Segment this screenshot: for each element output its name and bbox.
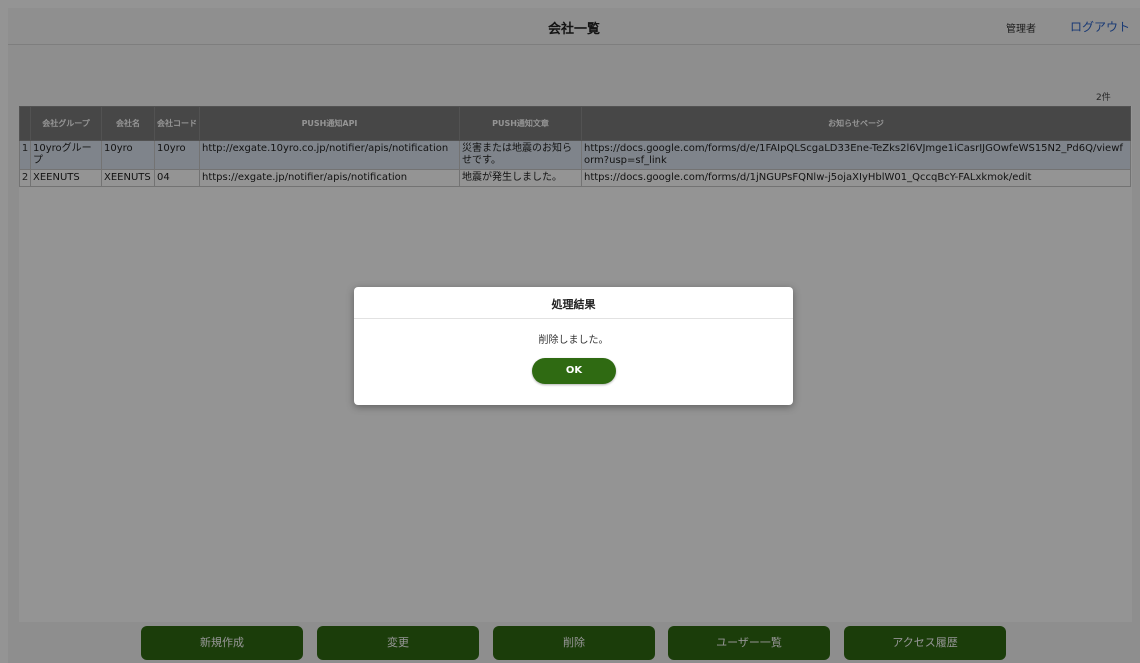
dialog-message: 削除しました。 bbox=[538, 335, 609, 346]
ok-button[interactable]: OK bbox=[532, 358, 616, 384]
dialog-title: 処理結果 bbox=[354, 287, 793, 319]
result-dialog: 処理結果 削除しました。 OK bbox=[354, 287, 793, 405]
